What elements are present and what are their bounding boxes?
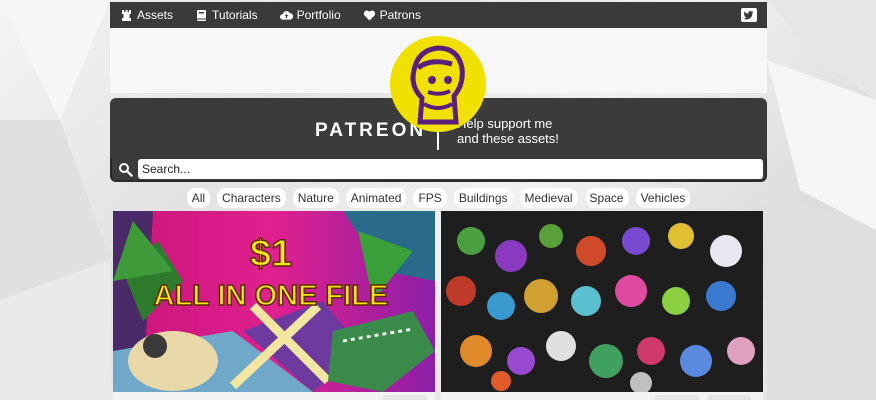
page-container: Assets Tutorials Portfolio Patrons PATRE… (110, 2, 767, 208)
support-text: Help support me and these assets! (457, 116, 559, 146)
cloud-upload-icon (279, 9, 293, 22)
nav-label: Tutorials (212, 8, 258, 22)
asset-grid: $1 ALL IN ONE FILE (113, 211, 764, 400)
card-tag (707, 395, 751, 400)
asset-card-monsters[interactable] (441, 211, 763, 400)
search-icon (118, 162, 133, 177)
hero-area (110, 28, 767, 132)
filter-vehicles[interactable]: Vehicles (635, 188, 691, 208)
nav-item-portfolio[interactable]: Portfolio (279, 8, 341, 22)
card-tag (383, 395, 427, 400)
support-line-2: and these assets! (457, 131, 559, 146)
twitter-icon[interactable] (741, 8, 757, 22)
logo[interactable] (390, 36, 486, 132)
search-input[interactable] (138, 159, 763, 179)
headline-price: $1 (250, 233, 292, 275)
patreon-wordmark: PATREON (315, 120, 427, 141)
book-icon (195, 9, 208, 22)
card-tag (655, 395, 699, 400)
filter-all[interactable]: All (186, 188, 211, 208)
asset-card-all-in-one[interactable]: $1 ALL IN ONE FILE (113, 211, 435, 400)
asset-thumbnail: $1 ALL IN ONE FILE (113, 211, 435, 392)
category-filters: All Characters Nature Animated FPS Build… (110, 188, 767, 208)
filter-medieval[interactable]: Medieval (519, 188, 578, 208)
support-line-1: Help support me (457, 116, 553, 131)
nav-item-assets[interactable]: Assets (120, 8, 173, 22)
filter-characters[interactable]: Characters (217, 188, 286, 208)
filter-fps[interactable]: FPS (413, 188, 447, 208)
search-bar (110, 158, 767, 182)
nav-label: Patrons (379, 8, 421, 22)
top-nav: Assets Tutorials Portfolio Patrons (110, 2, 767, 28)
nav-label: Portfolio (296, 8, 341, 22)
filter-buildings[interactable]: Buildings (453, 188, 513, 208)
asset-thumbnail (441, 211, 763, 392)
filter-nature[interactable]: Nature (292, 188, 339, 208)
headline-all-in-one: ALL IN ONE FILE (154, 280, 389, 312)
nav-label: Assets (137, 8, 174, 22)
filter-animated[interactable]: Animated (345, 188, 407, 208)
heart-icon (363, 9, 376, 22)
nav-item-patrons[interactable]: Patrons (363, 8, 421, 22)
chess-rook-icon (120, 9, 133, 22)
nav-item-tutorials[interactable]: Tutorials (195, 8, 258, 22)
filter-space[interactable]: Space (584, 188, 629, 208)
